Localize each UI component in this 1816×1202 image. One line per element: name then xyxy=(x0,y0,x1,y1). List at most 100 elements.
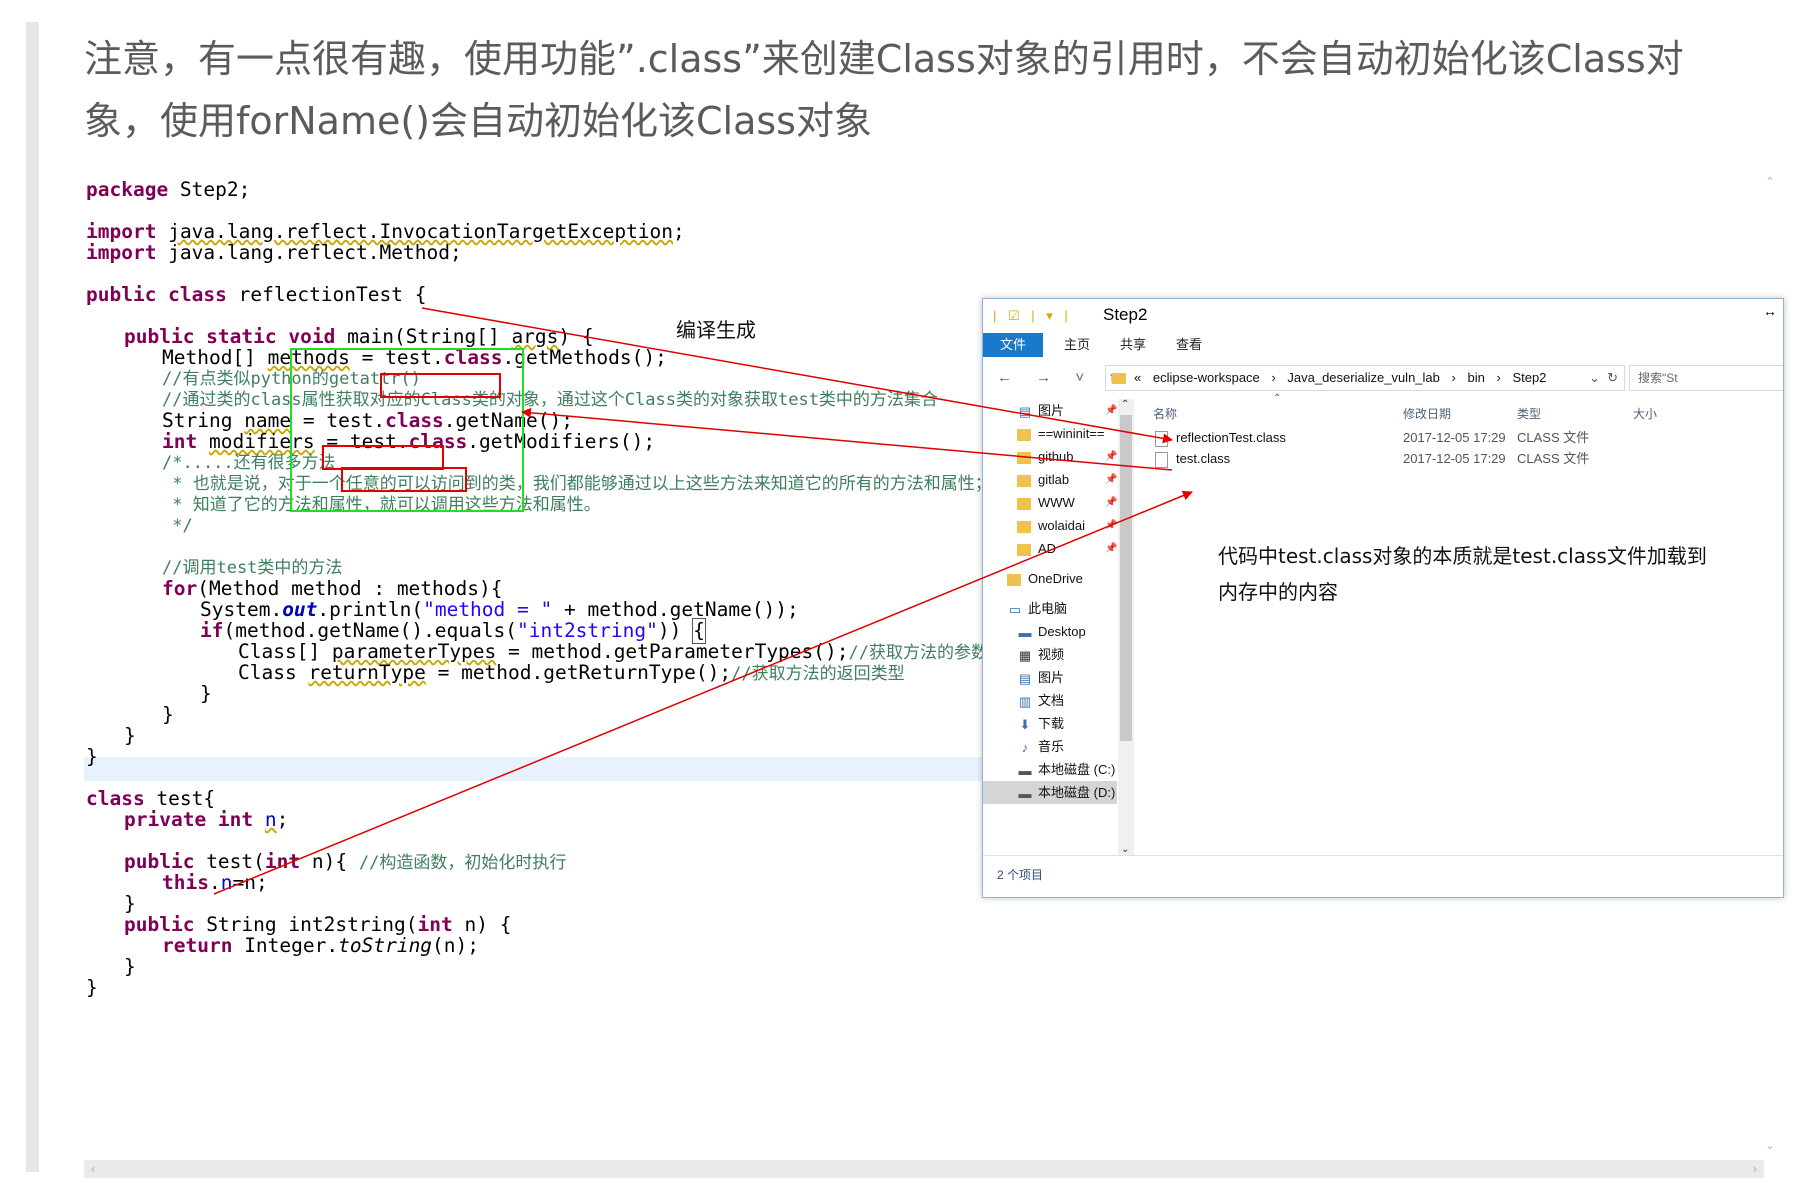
folder-icon xyxy=(1112,373,1126,385)
annotation-essence-line-1: 代码中test.class对象的本质就是test.class文件加载到 xyxy=(1218,544,1707,568)
nav-item-drive-d[interactable]: ▬ 本地磁盘 (D:) xyxy=(983,781,1117,804)
nav-pane-scrollbar[interactable]: ⌃ ⌄ xyxy=(1118,399,1134,855)
column-header-name[interactable]: 名称 xyxy=(1153,405,1177,422)
chevron-left-icon[interactable]: ‹ xyxy=(84,1160,102,1178)
nav-item-ad[interactable]: AD 📌 xyxy=(1017,537,1117,560)
code-line: } xyxy=(124,955,136,978)
nav-item-music[interactable]: ♪ 音乐 xyxy=(1017,735,1064,758)
article-heading: 注意，有一点很有趣，使用功能”.class”来创建Class对象的引用时，不会自… xyxy=(84,28,1744,152)
nav-item-wininit[interactable]: ==wininit== xyxy=(1017,422,1105,445)
quick-access-toolbar[interactable]: | ☑ | ▾ | xyxy=(993,308,1072,324)
folder-icon xyxy=(1017,497,1031,510)
file-row[interactable]: test.class 2017-12-05 17:29 CLASS 文件 xyxy=(1155,448,1775,470)
search-input[interactable]: 搜索"St xyxy=(1629,365,1783,391)
nav-item-www[interactable]: WWW 📌 xyxy=(1017,491,1117,514)
chevron-up-icon[interactable]: ⌃ xyxy=(1762,174,1778,190)
pin-icon: 📌 xyxy=(1105,405,1118,416)
nav-item-documents[interactable]: ▥ 文档 xyxy=(1017,689,1064,712)
folder-icon xyxy=(1017,474,1031,487)
status-bar: 2 个项目 xyxy=(983,855,1783,897)
file-type: CLASS 文件 xyxy=(1517,451,1590,466)
file-name: reflectionTest.class xyxy=(1176,430,1286,445)
drive-icon: ▬ xyxy=(1018,786,1032,802)
chevron-right-icon: › xyxy=(1451,370,1456,385)
folder-icon xyxy=(1017,451,1031,464)
address-bar[interactable]: « eclipse-workspace › Java_deserialize_v… xyxy=(1105,365,1625,391)
heading-line-1: 注意，有一点很有趣，使用功能”.class”来创建Class对象的引用时，不会自… xyxy=(84,37,1684,81)
chevron-right-icon[interactable]: › xyxy=(1746,1160,1764,1178)
breadcrumb-eclipse-workspace[interactable]: eclipse-workspace xyxy=(1153,370,1260,385)
breadcrumb-java-deserialize[interactable]: Java_deserialize_vuln_lab xyxy=(1287,370,1440,385)
breadcrumb-step2[interactable]: Step2 xyxy=(1512,370,1546,385)
code-line: } xyxy=(86,745,98,768)
tab-view[interactable]: 查看 xyxy=(1167,333,1211,357)
pin-icon: 📌 xyxy=(1105,543,1118,554)
tab-home[interactable]: 主页 xyxy=(1055,333,1099,357)
code-line: package Step2; xyxy=(86,178,251,201)
pin-icon: 📌 xyxy=(1105,451,1118,462)
code-comment: * 知道了它的方法和属性，就可以调用这些方法和属性。 xyxy=(162,495,601,515)
nav-item-wolaidai[interactable]: wolaidai 📌 xyxy=(1017,514,1117,537)
file-name: test.class xyxy=(1176,451,1231,466)
item-count: 2 个项目 xyxy=(997,868,1044,882)
nav-item-pictures-pinned[interactable]: ▤ 图片 📌 xyxy=(1017,399,1118,422)
current-line-highlight xyxy=(84,757,984,781)
file-modified: 2017-12-05 17:29 xyxy=(1403,451,1506,466)
code-line: public class reflectionTest { xyxy=(86,283,427,306)
explorer-titlebar: | ☑ | ▾ | Step2 ↔ xyxy=(983,299,1783,333)
address-bar-row: ← → ˅ ↑ « eclipse-workspace › Java_deser… xyxy=(983,357,1783,397)
chevron-right-icon: › xyxy=(1496,370,1501,385)
annotation-compile: 编译生成 xyxy=(676,318,756,342)
scrollbar-thumb[interactable] xyxy=(1120,415,1132,741)
file-row[interactable]: reflectionTest.class 2017-12-05 17:29 CL… xyxy=(1155,427,1775,449)
code-line: } xyxy=(162,703,174,726)
code-line: private int n; xyxy=(124,808,289,831)
nav-item-downloads[interactable]: ⬇ 下载 xyxy=(1017,712,1064,735)
ribbon-tabs: 文件 主页 共享 查看 xyxy=(983,333,1783,358)
refresh-icon[interactable]: ↻ xyxy=(1607,366,1618,390)
chevron-down-icon[interactable]: ⌄ xyxy=(1121,844,1129,855)
video-icon: ▦ xyxy=(1018,648,1032,664)
desktop-icon: ▬ xyxy=(1018,625,1032,641)
download-icon: ⬇ xyxy=(1019,717,1031,733)
annotation-essence-line-2: 内存中的内容 xyxy=(1218,580,1338,604)
tab-share[interactable]: 共享 xyxy=(1111,333,1155,357)
breadcrumb-bin[interactable]: bin xyxy=(1467,370,1484,385)
file-type: CLASS 文件 xyxy=(1517,430,1590,445)
code-comment: */ xyxy=(162,516,193,536)
drive-icon: ▬ xyxy=(1018,763,1032,779)
nav-item-onedrive[interactable]: OneDrive xyxy=(1007,567,1083,590)
pin-icon: 📌 xyxy=(1105,520,1118,531)
code-line: Class returnType = method.getReturnType(… xyxy=(238,661,905,684)
column-header-modified[interactable]: 修改日期 xyxy=(1403,405,1451,422)
pin-icon: 📌 xyxy=(1105,497,1118,508)
code-line: } xyxy=(200,682,212,705)
folder-icon xyxy=(1017,543,1031,556)
chevron-down-icon[interactable]: ⌄ xyxy=(1589,366,1600,390)
documents-icon: ▥ xyxy=(1018,694,1032,710)
nav-item-desktop[interactable]: ▬ Desktop xyxy=(1017,620,1086,643)
chevron-down-icon[interactable]: ⌄ xyxy=(1762,1138,1778,1154)
chevron-right-icon: › xyxy=(1271,370,1276,385)
nav-item-drive-c[interactable]: ▬ 本地磁盘 (C:) xyxy=(1017,758,1116,781)
tab-file[interactable]: 文件 xyxy=(983,333,1043,357)
path-overflow[interactable]: « xyxy=(1134,370,1141,385)
blockquote-bar xyxy=(26,22,39,1172)
nav-item-this-pc[interactable]: ▭ 此电脑 xyxy=(1007,597,1067,620)
page-vertical-scrollbar[interactable]: ⌃ ⌄ xyxy=(1762,174,1778,1154)
column-header-type[interactable]: 类型 xyxy=(1517,405,1541,422)
code-line: import java.lang.reflect.Method; xyxy=(86,241,462,264)
code-line: return Integer.toString(n); xyxy=(162,934,480,957)
nav-item-github[interactable]: github 📌 xyxy=(1017,445,1117,468)
heading-line-2: 象，使用forName()会自动初始化该Class对象 xyxy=(84,99,872,143)
column-header-size[interactable]: 大小 xyxy=(1633,405,1657,422)
nav-item-pictures[interactable]: ▤ 图片 xyxy=(1017,666,1064,689)
code-horizontal-scrollbar[interactable]: ‹ › xyxy=(84,1160,1764,1178)
chevron-up-icon[interactable]: ⌃ xyxy=(1121,399,1129,410)
folder-icon xyxy=(1017,428,1031,441)
pictures-icon: ▤ xyxy=(1018,671,1032,687)
code-line: this.n=n; xyxy=(162,871,268,894)
nav-item-gitlab[interactable]: gitlab 📌 xyxy=(1017,468,1117,491)
sort-up-icon: ⌃ xyxy=(1273,393,1282,404)
nav-item-videos[interactable]: ▦ 视频 xyxy=(1017,643,1064,666)
